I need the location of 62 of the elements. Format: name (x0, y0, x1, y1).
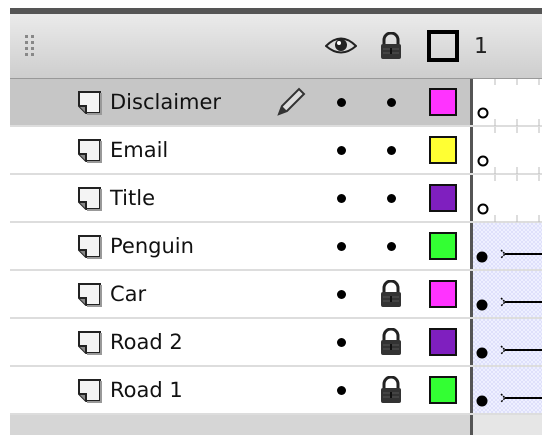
dot-icon[interactable] (336, 98, 346, 106)
dot-icon[interactable] (386, 98, 396, 106)
layer-name: Road 1 (110, 378, 184, 402)
frame-cell[interactable] (470, 79, 542, 125)
frame-cell[interactable] (470, 223, 542, 269)
frame-cell[interactable] (470, 367, 542, 413)
frame-number: 1 (474, 34, 488, 58)
layer-row[interactable]: Email (10, 127, 542, 175)
layer-name: Title (110, 186, 156, 210)
layer-row[interactable]: Car (10, 271, 542, 319)
empty-keyframe-icon (478, 156, 488, 166)
layer-color-swatch[interactable] (429, 328, 457, 356)
dot-icon[interactable] (386, 242, 396, 250)
empty-keyframe-icon (478, 108, 488, 118)
lock-all-icon[interactable] (379, 32, 403, 60)
motion-tween-icon (476, 297, 542, 310)
outline-square-icon[interactable] (427, 30, 459, 62)
layer-color-swatch[interactable] (429, 280, 457, 308)
dot-icon[interactable] (336, 146, 346, 154)
dot-icon[interactable] (336, 338, 346, 346)
layer-icon (77, 137, 103, 163)
frame-cell[interactable] (470, 319, 542, 365)
dot-icon[interactable] (336, 386, 346, 394)
layer-name: Car (110, 282, 148, 306)
motion-tween-icon (476, 345, 542, 358)
layer-name: Email (110, 138, 170, 162)
dot-icon[interactable] (336, 290, 346, 298)
layer-color-swatch[interactable] (429, 232, 457, 260)
layer-name: Disclaimer (110, 90, 222, 114)
dot-icon[interactable] (336, 194, 346, 202)
frame-cell[interactable] (470, 127, 542, 173)
dot-icon[interactable] (386, 194, 396, 202)
dot-icon[interactable] (336, 242, 346, 250)
frame-area-footer (470, 415, 542, 435)
layer-row[interactable]: Road 1 (10, 367, 542, 415)
layer-row[interactable]: Road 2 (10, 319, 542, 367)
empty-keyframe-icon (478, 204, 488, 214)
layer-row[interactable]: Title (10, 175, 542, 223)
dot-icon[interactable] (386, 146, 396, 154)
motion-tween-icon (476, 249, 542, 262)
layer-color-swatch[interactable] (429, 136, 457, 164)
pencil-icon (274, 86, 306, 118)
layer-icon (77, 329, 103, 355)
layer-icon (77, 89, 103, 115)
frame-cell[interactable] (470, 175, 542, 221)
layer-name: Penguin (110, 234, 195, 258)
lock-icon[interactable] (379, 376, 403, 404)
layer-row[interactable]: Disclaimer (10, 79, 542, 127)
layer-icon (77, 233, 103, 259)
motion-tween-icon (476, 393, 542, 406)
layer-color-swatch[interactable] (429, 376, 457, 404)
layer-row[interactable]: Penguin (10, 223, 542, 271)
lock-icon[interactable] (379, 280, 403, 308)
layer-icon (77, 377, 103, 403)
frame-cell[interactable] (470, 271, 542, 317)
layer-icon (77, 185, 103, 211)
layer-color-swatch[interactable] (429, 88, 457, 116)
layer-color-swatch[interactable] (429, 184, 457, 212)
lock-icon[interactable] (379, 328, 403, 356)
layer-name: Road 2 (110, 330, 184, 354)
layer-icon (77, 281, 103, 307)
grip-icon[interactable] (25, 34, 35, 58)
